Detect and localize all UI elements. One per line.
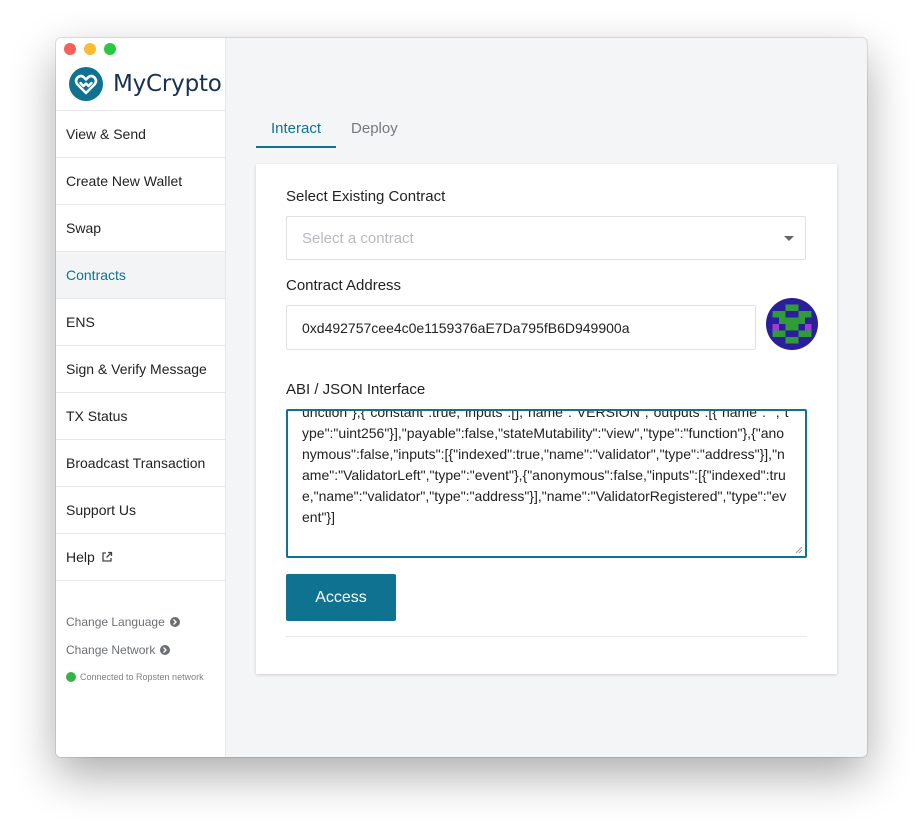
sidebar-item-view-send[interactable]: View & Send bbox=[56, 110, 225, 157]
sidebar-item-label: Swap bbox=[66, 220, 102, 236]
sidebar-item-label: Contracts bbox=[66, 267, 126, 283]
sidebar-item-label: Create New Wallet bbox=[66, 173, 183, 189]
app-logo[interactable]: MyCrypto bbox=[68, 66, 222, 102]
abi-label: ABI / JSON Interface bbox=[286, 381, 426, 398]
sidebar-item-support[interactable]: Support Us bbox=[56, 486, 225, 533]
sidebar-item-label: TX Status bbox=[66, 408, 128, 424]
sidebar-item-ens[interactable]: ENS bbox=[56, 298, 225, 345]
change-language-link[interactable]: Change Language bbox=[66, 608, 221, 636]
abi-textarea-value: unction"},{"constant":true,"inputs":[],"… bbox=[302, 409, 789, 525]
sidebar-item-label: Broadcast Transaction bbox=[66, 455, 206, 471]
select-contract-label: Select Existing Contract bbox=[286, 188, 446, 205]
change-network-link[interactable]: Change Network bbox=[66, 636, 221, 664]
app-name: MyCrypto bbox=[113, 71, 222, 97]
arrow-right-circle-icon bbox=[160, 645, 171, 655]
chevron-down-icon bbox=[784, 236, 794, 241]
mycrypto-logo-icon bbox=[69, 67, 103, 101]
app-window: MyCrypto View & Send Create New Wallet S… bbox=[56, 38, 867, 757]
sidebar: MyCrypto View & Send Create New Wallet S… bbox=[56, 38, 226, 757]
minimize-window-button[interactable] bbox=[84, 43, 96, 55]
sidebar-item-label: Help bbox=[66, 549, 95, 565]
contract-select[interactable]: Select a contract bbox=[286, 216, 806, 260]
sidebar-item-label: Support Us bbox=[66, 502, 137, 518]
abi-textarea[interactable]: unction"},{"constant":true,"inputs":[],"… bbox=[286, 409, 807, 558]
network-status-text: Connected to Ropsten network bbox=[80, 672, 204, 682]
contract-address-value: 0xd492757cee4c0e1159376aE7Da795fB6D94990… bbox=[302, 319, 630, 336]
sidebar-item-sign-verify[interactable]: Sign & Verify Message bbox=[56, 345, 225, 392]
interact-card: Select Existing Contract Select a contra… bbox=[256, 164, 837, 674]
sidebar-item-swap[interactable]: Swap bbox=[56, 204, 225, 251]
access-button[interactable]: Access bbox=[286, 574, 396, 621]
sidebar-item-help[interactable]: Help bbox=[56, 533, 225, 581]
sidebar-item-create-wallet[interactable]: Create New Wallet bbox=[56, 157, 225, 204]
change-language-label: Change Language bbox=[66, 615, 165, 629]
resize-handle-icon[interactable] bbox=[795, 546, 803, 554]
network-status: Connected to Ropsten network bbox=[66, 672, 221, 682]
contract-tabs: Interact Deploy bbox=[256, 116, 413, 148]
contract-address-input[interactable]: 0xd492757cee4c0e1159376aE7Da795fB6D94990… bbox=[286, 305, 756, 350]
close-window-button[interactable] bbox=[64, 43, 76, 55]
tab-interact[interactable]: Interact bbox=[256, 116, 337, 148]
address-identicon bbox=[766, 298, 818, 350]
sidebar-item-tx-status[interactable]: TX Status bbox=[56, 392, 225, 439]
external-link-icon bbox=[102, 551, 112, 562]
sidebar-item-broadcast[interactable]: Broadcast Transaction bbox=[56, 439, 225, 486]
divider bbox=[286, 636, 807, 637]
sidebar-nav: View & Send Create New Wallet Swap Contr… bbox=[56, 110, 225, 581]
sidebar-footer: Change Language Change Network Connected… bbox=[66, 608, 221, 682]
tab-deploy[interactable]: Deploy bbox=[336, 116, 413, 148]
change-network-label: Change Network bbox=[66, 643, 156, 657]
sidebar-item-contracts[interactable]: Contracts bbox=[56, 251, 225, 298]
sidebar-item-label: Sign & Verify Message bbox=[66, 361, 207, 377]
sidebar-item-label: ENS bbox=[66, 314, 95, 330]
status-ok-icon bbox=[66, 672, 76, 682]
sidebar-item-label: View & Send bbox=[66, 126, 146, 142]
arrow-right-circle-icon bbox=[169, 617, 180, 627]
contract-select-placeholder: Select a contract bbox=[302, 229, 414, 247]
contract-address-label: Contract Address bbox=[286, 277, 402, 294]
identicon-icon bbox=[766, 298, 818, 350]
window-controls bbox=[64, 43, 116, 55]
maximize-window-button[interactable] bbox=[104, 43, 116, 55]
